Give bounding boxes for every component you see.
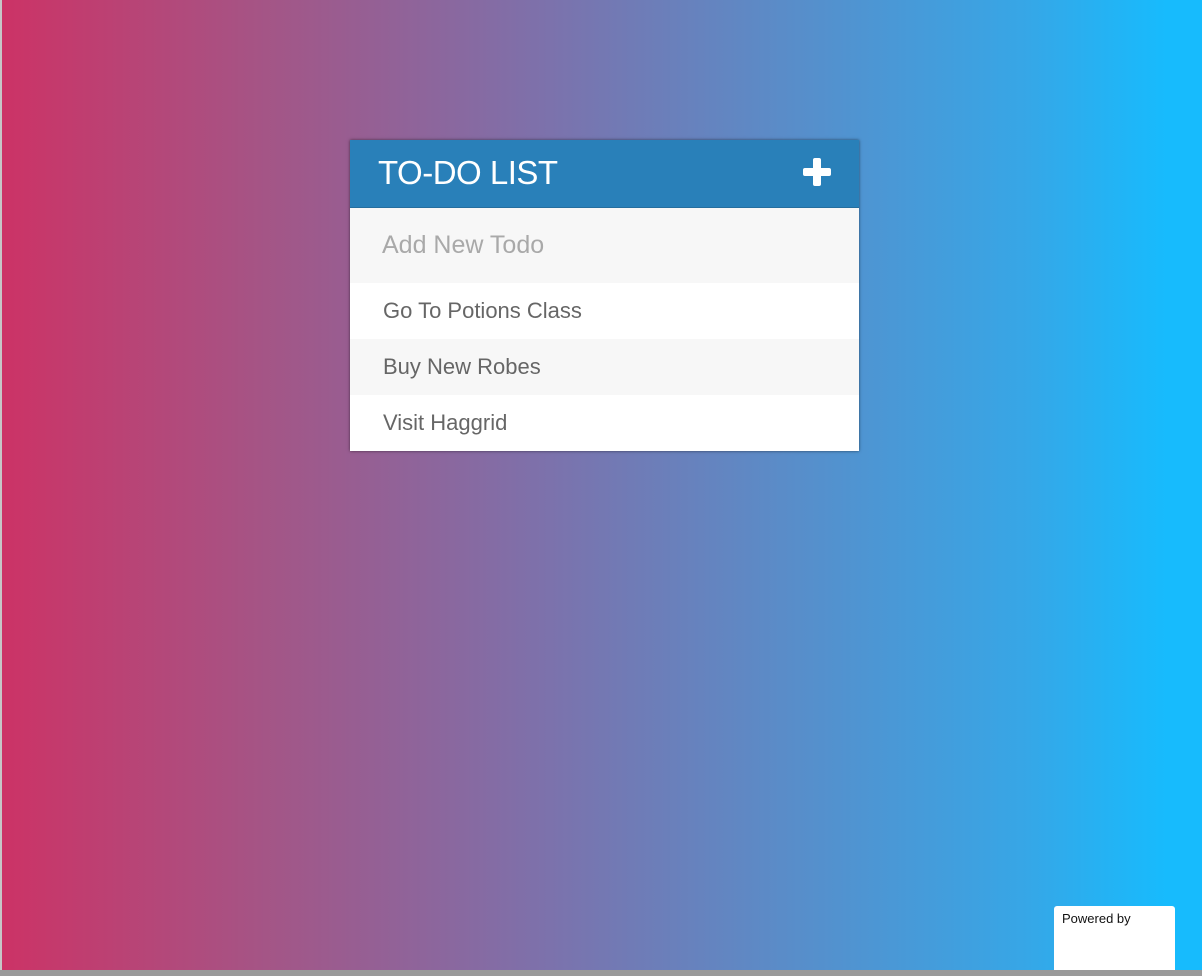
todo-header: TO-DO LIST [350,140,859,208]
powered-by-badge[interactable]: Powered by [1054,906,1175,970]
todo-item[interactable]: Buy New Robes [350,339,859,395]
todo-title: TO-DO LIST [378,154,558,191]
new-todo-input[interactable] [350,208,859,283]
todo-item[interactable]: Go To Potions Class [350,283,859,339]
plus-icon [803,158,831,186]
powered-by-label: Powered by [1062,911,1131,926]
add-todo-button[interactable] [803,158,831,186]
todo-card: TO-DO LIST Go To Potions Class Buy New R… [350,140,859,451]
todo-item[interactable]: Visit Haggrid [350,395,859,451]
todo-list: Go To Potions Class Buy New Robes Visit … [350,283,859,451]
page-background: TO-DO LIST Go To Potions Class Buy New R… [0,0,1202,970]
